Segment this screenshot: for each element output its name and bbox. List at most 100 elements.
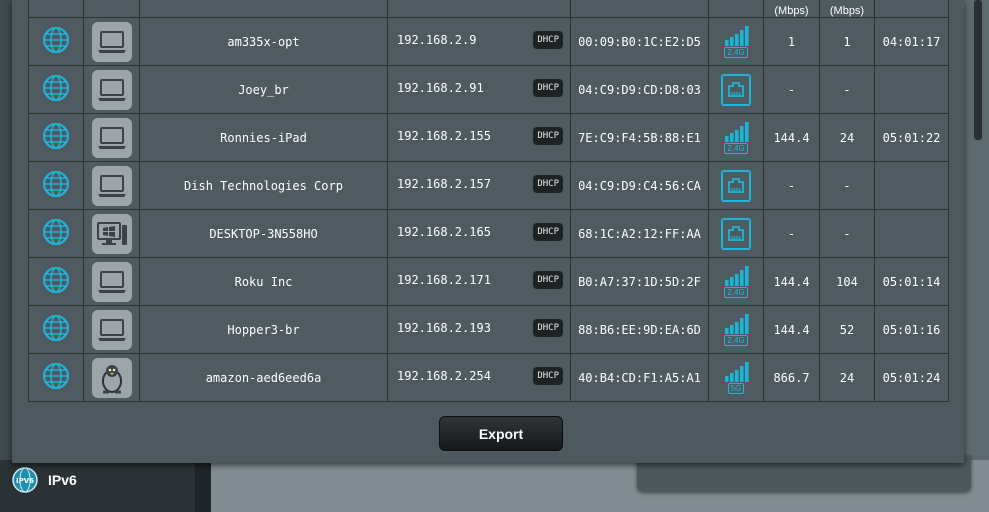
rx-rate: - [819,161,875,210]
wifi-band-label: 2.4G [724,46,748,58]
table-row[interactable]: Ronnies-iPad 192.168.2.155 DHCP 7E:C9:F4… [28,113,949,162]
ip-cell: 192.168.2.9 DHCP [387,17,571,66]
ip-mode-badge: DHCP [533,223,563,241]
mac-address[interactable]: 04:C9:D9:CD:D8:03 [570,65,709,114]
windows-device-icon[interactable] [91,213,132,254]
wifi-signal-icon: 2.4G [723,121,749,154]
sidebar-item-label: IPv6 [48,472,77,488]
device-type-cell[interactable] [83,65,140,114]
device-type-cell[interactable] [83,353,140,402]
globe-icon[interactable] [42,171,70,201]
ip-mode-badge: DHCP [533,79,563,97]
rx-rate: 24 [819,353,875,402]
ipv6-icon-text: IPV6 [16,477,34,485]
ethernet-icon [721,73,751,106]
table-row[interactable]: Roku Inc 192.168.2.171 DHCP B0:A7:37:1D:… [28,257,949,306]
device-type-cell[interactable] [83,209,140,258]
ip-cell: 192.168.2.155 DHCP [387,113,571,162]
device-type-cell[interactable] [83,17,140,66]
laptop-icon[interactable] [91,21,132,62]
access-time [874,65,949,114]
laptop-icon[interactable] [91,117,132,158]
globe-icon[interactable] [42,123,70,153]
client-name[interactable]: Ronnies-iPad [139,113,388,162]
background-page-edge [0,0,12,512]
client-name[interactable]: Hopper3-br [139,305,388,354]
device-type-cell[interactable] [83,305,140,354]
connection-cell [708,209,764,258]
rx-rate: - [819,65,875,114]
mac-address[interactable]: 7E:C9:F4:5B:88:E1 [570,113,709,162]
globe-icon[interactable] [42,75,70,105]
interface-cell[interactable] [28,305,84,354]
interface-cell[interactable] [28,209,84,258]
interface-cell[interactable] [28,65,84,114]
tx-rate: - [763,65,820,114]
header-cell [708,0,764,18]
sidebar-divider [195,460,211,512]
ip-mode-badge: DHCP [533,271,563,289]
table-row[interactable]: Hopper3-br 192.168.2.193 DHCP 88:B6:EE:9… [28,305,949,354]
mac-address[interactable]: B0:A7:37:1D:5D:2F [570,257,709,306]
client-name[interactable]: Joey_br [139,65,388,114]
wifi-signal-icon: 2.4G [723,25,749,58]
ip-cell: 192.168.2.157 DHCP [387,161,571,210]
mac-address[interactable]: 88:B6:EE:9D:EA:6D [570,305,709,354]
globe-icon[interactable] [42,27,70,57]
mac-address[interactable]: 04:C9:D9:C4:56:CA [570,161,709,210]
ip-mode-badge: DHCP [533,31,563,49]
interface-cell[interactable] [28,113,84,162]
client-list-dialog: (Mbps) (Mbps) am335x-opt 192.168.2.9 DHC… [12,0,964,463]
laptop-icon[interactable] [91,165,132,206]
device-type-cell[interactable] [83,113,140,162]
access-time: 04:01:17 [874,17,949,66]
ipv6-globe-icon: IPV6 [10,465,40,495]
table-row[interactable]: Dish Technologies Corp 192.168.2.157 DHC… [28,161,949,210]
tx-rate: 1 [763,17,820,66]
page-scrollbar[interactable] [974,0,982,140]
connection-cell [708,65,764,114]
wifi-band-label: 2.4G [724,286,748,298]
mac-address[interactable]: 40:B4:CD:F1:A5:A1 [570,353,709,402]
rx-rate: 1 [819,17,875,66]
ip-address: 192.168.2.165 [397,225,491,239]
client-name[interactable]: am335x-opt [139,17,388,66]
table-row[interactable]: DESKTOP-3N558HO 192.168.2.165 DHCP 68:1C… [28,209,949,258]
mac-address[interactable]: 00:09:B0:1C:E2:D5 [570,17,709,66]
linux-penguin-icon[interactable] [91,357,132,398]
connection-cell: 2.4G [708,17,764,66]
access-time: 05:01:14 [874,257,949,306]
interface-cell[interactable] [28,161,84,210]
table-row[interactable]: am335x-opt 192.168.2.9 DHCP 00:09:B0:1C:… [28,17,949,66]
tx-rate: 144.4 [763,305,820,354]
table-row[interactable]: amazon-aed6eed6a 192.168.2.254 DHCP 40:B… [28,353,949,402]
globe-icon[interactable] [42,315,70,345]
interface-cell[interactable] [28,353,84,402]
client-name[interactable]: DESKTOP-3N558HO [139,209,388,258]
globe-icon[interactable] [42,267,70,297]
ip-mode-badge: DHCP [533,319,563,337]
sidebar-item-ipv6[interactable]: IPV6 IPv6 [10,464,77,496]
client-name[interactable]: Roku Inc [139,257,388,306]
export-button[interactable]: Export [439,416,563,451]
ip-cell: 192.168.2.165 DHCP [387,209,571,258]
access-time: 05:01:22 [874,113,949,162]
client-name[interactable]: amazon-aed6eed6a [139,353,388,402]
interface-cell[interactable] [28,17,84,66]
device-type-cell[interactable] [83,257,140,306]
globe-icon[interactable] [42,219,70,249]
laptop-icon[interactable] [91,309,132,350]
laptop-icon[interactable] [91,261,132,302]
connection-cell: 2.4G [708,257,764,306]
table-header-row: (Mbps) (Mbps) [28,0,949,18]
header-cell [570,0,709,18]
laptop-icon[interactable] [91,69,132,110]
table-row[interactable]: Joey_br 192.168.2.91 DHCP 04:C9:D9:CD:D8… [28,65,949,114]
ip-address: 192.168.2.157 [397,177,491,191]
mac-address[interactable]: 68:1C:A2:12:FF:AA [570,209,709,258]
device-type-cell[interactable] [83,161,140,210]
client-name[interactable]: Dish Technologies Corp [139,161,388,210]
globe-icon[interactable] [42,363,70,393]
interface-cell[interactable] [28,257,84,306]
client-table: (Mbps) (Mbps) am335x-opt 192.168.2.9 DHC… [28,0,949,402]
